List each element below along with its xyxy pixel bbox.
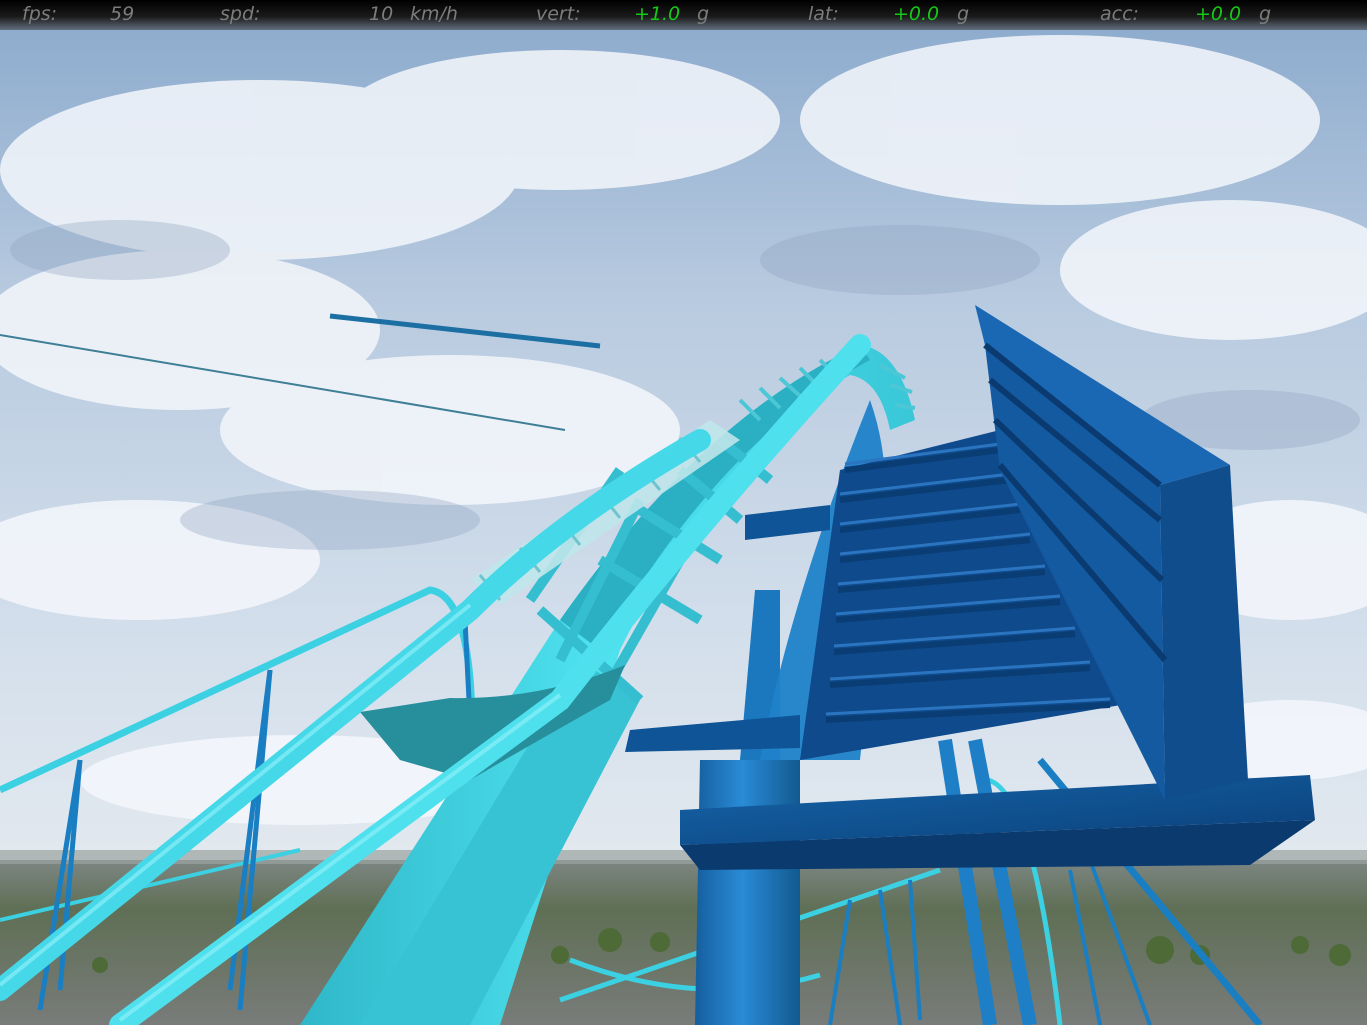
- speed-unit: km/h: [410, 3, 458, 25]
- speed-value: 10: [369, 3, 394, 25]
- fps-label: fps:: [22, 3, 58, 25]
- lateral-g-value: +0.0: [893, 3, 940, 25]
- vertical-g-value: +1.0: [634, 3, 681, 25]
- speed-label: spd:: [220, 3, 261, 25]
- acceleration-label: acc:: [1100, 3, 1139, 25]
- lateral-g-unit: g: [957, 3, 970, 25]
- main-support-pillar: [695, 760, 800, 1025]
- lateral-g-label: lat:: [808, 3, 839, 25]
- telemetry-hud: fps: 59 spd: 10 km/h vert: +1.0 g lat: +…: [0, 0, 1367, 30]
- acceleration-unit: g: [1259, 3, 1272, 25]
- vertical-g-unit: g: [697, 3, 710, 25]
- vertical-g-label: vert:: [536, 3, 581, 25]
- acceleration-value: +0.0: [1195, 3, 1242, 25]
- fps-value: 59: [110, 3, 135, 25]
- game-viewport[interactable]: fps: 59 spd: 10 km/h vert: +1.0 g lat: +…: [0, 0, 1367, 1025]
- coaster-3d-scene: [0, 0, 1367, 1025]
